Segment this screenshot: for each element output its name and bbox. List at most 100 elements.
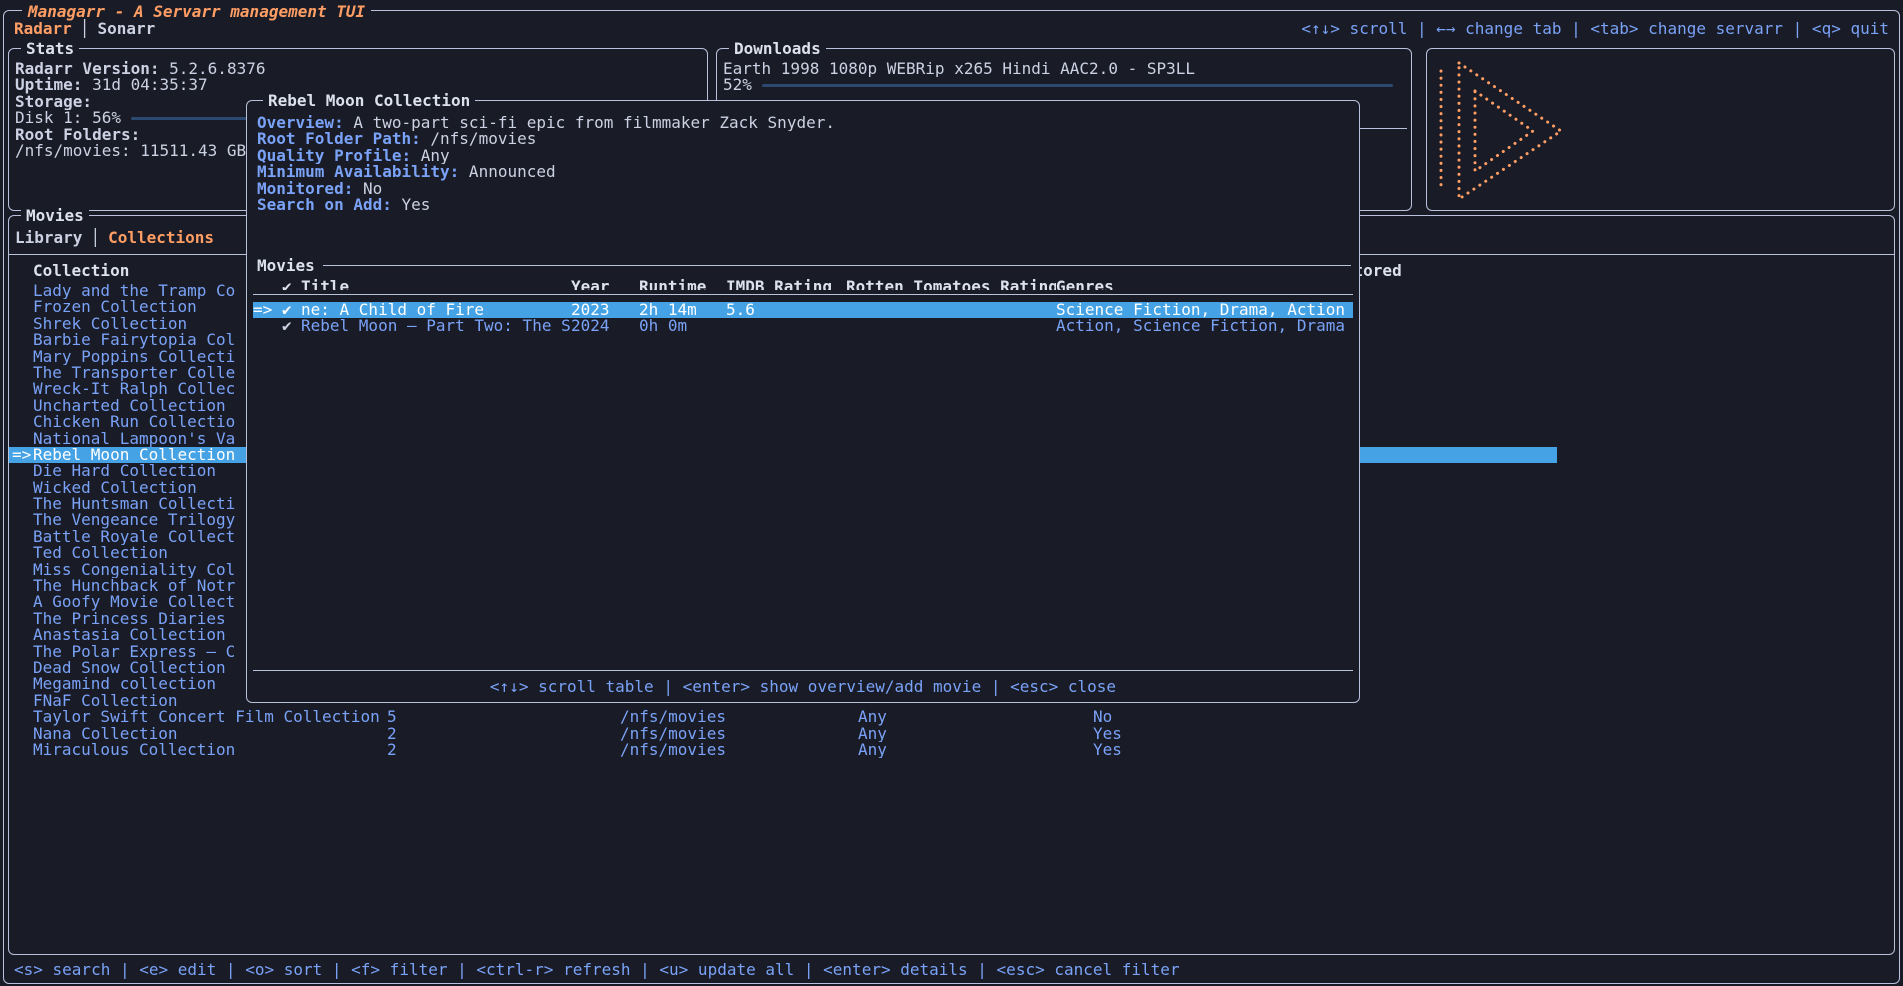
collection-cell: /nfs/movies	[620, 726, 858, 742]
movie-imdb-rating	[726, 318, 846, 334]
column-header: Genres	[1056, 279, 1353, 290]
stats-panel-title: Stats	[21, 40, 79, 57]
collection-cell: Any	[858, 726, 1093, 742]
movie-row[interactable]: ✔Rebel Moon – Part Two: The Scar20240h 0…	[253, 318, 1353, 334]
detail-value: Yes	[392, 197, 431, 213]
detail-label: Monitored:	[257, 181, 353, 197]
tab-separator: │	[90, 228, 100, 247]
tab-collections[interactable]: Collections	[108, 228, 214, 247]
collection-details-popup: Rebel Moon Collection Overview: A two-pa…	[246, 100, 1360, 703]
detail-value: A two-part sci-fi epic from filmmaker Za…	[344, 115, 835, 131]
version-label: Radarr Version:	[15, 61, 160, 77]
tab-separator: │	[80, 19, 90, 38]
download-progress-gauge	[762, 84, 1393, 87]
movie-genres: Science Fiction, Drama, Action	[1056, 302, 1353, 318]
popup-movies-table-header: ✔TitleYearRuntimeIMDB RatingRotten Tomat…	[253, 279, 1353, 295]
collection-cell	[1315, 742, 1557, 758]
version-line: Radarr Version: 5.2.6.8376	[15, 61, 707, 77]
collection-cell: 5	[387, 709, 620, 725]
column-header: Title	[301, 279, 571, 290]
section-divider	[323, 265, 1351, 266]
managarr-logo	[1435, 57, 1575, 205]
collection-cell: 2	[387, 726, 620, 742]
movies-tabs: Library │ Collections	[15, 228, 214, 247]
popup-movies-table-rows: =>✔ne: A Child of Fire20232h 14m5.6 Scien…	[253, 302, 1353, 335]
detail-label: Quality Profile:	[257, 148, 411, 164]
detail-label: Root Folder Path:	[257, 131, 421, 147]
movie-year: 2023	[571, 302, 639, 318]
check-icon: ✔	[282, 279, 301, 290]
tab-library[interactable]: Library	[15, 228, 82, 247]
detail-value: Announced	[459, 164, 555, 180]
popup-title: Rebel Moon Collection	[263, 92, 475, 109]
download-percent-label: 52%	[723, 77, 752, 93]
popup-keybinds-text: <↑↓> scroll table | <enter> show overvie…	[490, 677, 1116, 696]
movie-year: 2024	[571, 318, 639, 334]
detail-line: Monitored: No	[257, 181, 1349, 197]
collection-name: Taylor Swift Concert Film Collection	[33, 709, 387, 725]
column-header: Year	[571, 279, 639, 290]
collection-row[interactable]: Nana Collection2/nfs/moviesAnyYes	[9, 726, 1557, 742]
movie-runtime: 0h 0m	[639, 318, 726, 334]
detail-value: /nfs/movies	[421, 131, 537, 147]
servarr-tabs: Radarr │ Sonarr	[14, 19, 155, 38]
collection-cell: Yes	[1093, 726, 1315, 742]
collection-cell	[1315, 726, 1557, 742]
popup-movies-section-title: Movies	[257, 256, 315, 275]
version-value: 5.2.6.8376	[169, 61, 265, 77]
selection-marker: =>	[12, 447, 31, 463]
selection-marker	[253, 318, 282, 334]
collection-cell	[1315, 709, 1557, 725]
detail-line: Search on Add: Yes	[257, 197, 1349, 213]
column-header: IMDB Rating	[726, 279, 846, 290]
collection-row[interactable]: Taylor Swift Concert Film Collection5/nf…	[9, 709, 1557, 725]
collection-cell: Any	[858, 709, 1093, 725]
downloads-panel-title: Downloads	[729, 40, 826, 57]
detail-value: Any	[411, 148, 450, 164]
collection-cell: /nfs/movies	[620, 709, 858, 725]
collection-name: Miraculous Collection	[33, 742, 387, 758]
collection-cell: Yes	[1093, 742, 1315, 758]
movie-imdb-rating: 5.6	[726, 302, 846, 318]
disk-usage-label: Disk 1: 56%	[15, 110, 121, 126]
detail-value: No	[353, 181, 382, 197]
detail-line: Root Folder Path: /nfs/movies	[257, 131, 1349, 147]
collection-row[interactable]: Miraculous Collection2/nfs/moviesAnyYes	[9, 742, 1557, 758]
movie-rt-rating	[846, 302, 1056, 318]
download-progress-line: 52%	[723, 77, 1403, 93]
movie-rt-rating	[846, 318, 1056, 334]
detail-line: Quality Profile: Any	[257, 148, 1349, 164]
check-icon: ✔	[282, 302, 301, 318]
selection-marker: =>	[253, 302, 282, 318]
column-header: Rotten Tomatoes Rating	[846, 279, 1056, 290]
top-keybinds: <↑↓> scroll | ←→ change tab | <tab> chan…	[1301, 19, 1889, 38]
detail-line: Minimum Availability: Announced	[257, 164, 1349, 180]
movie-genres: Action, Science Fiction, Drama	[1056, 318, 1353, 334]
tab-radarr[interactable]: Radarr	[14, 19, 72, 38]
detail-label: Overview:	[257, 115, 344, 131]
collection-name: Nana Collection	[33, 726, 387, 742]
check-icon: ✔	[282, 318, 301, 334]
movie-runtime: 2h 14m	[639, 302, 726, 318]
collection-details: Overview: A two-part sci-fi epic from fi…	[257, 115, 1349, 213]
movie-title: Rebel Moon – Part Two: The Scar	[301, 318, 571, 334]
collection-cell: Any	[858, 742, 1093, 758]
detail-label: Minimum Availability:	[257, 164, 459, 180]
movies-panel-title: Movies	[21, 207, 89, 224]
uptime-label: Uptime:	[15, 77, 82, 93]
movie-title: ne: A Child of Fire	[301, 302, 571, 318]
tab-sonarr[interactable]: Sonarr	[97, 19, 155, 38]
collection-cell: 2	[387, 742, 620, 758]
movie-row[interactable]: =>✔ne: A Child of Fire20232h 14m5.6 Scien…	[253, 302, 1353, 318]
collection-cell: No	[1093, 709, 1315, 725]
marker-column	[253, 279, 282, 290]
popup-keybinds: <↑↓> scroll table | <enter> show overvie…	[253, 670, 1353, 698]
collection-cell: /nfs/movies	[620, 742, 858, 758]
detail-label: Search on Add:	[257, 197, 392, 213]
column-header: Runtime	[639, 279, 726, 290]
logo-panel	[1426, 48, 1895, 211]
popup-movies-section-header: Movies	[257, 257, 1351, 274]
uptime-value: 31d 04:35:37	[92, 77, 208, 93]
bottom-keybinds: <s> search | <e> edit | <o> sort | <f> f…	[14, 960, 1180, 979]
detail-line: Overview: A two-part sci-fi epic from fi…	[257, 115, 1349, 131]
